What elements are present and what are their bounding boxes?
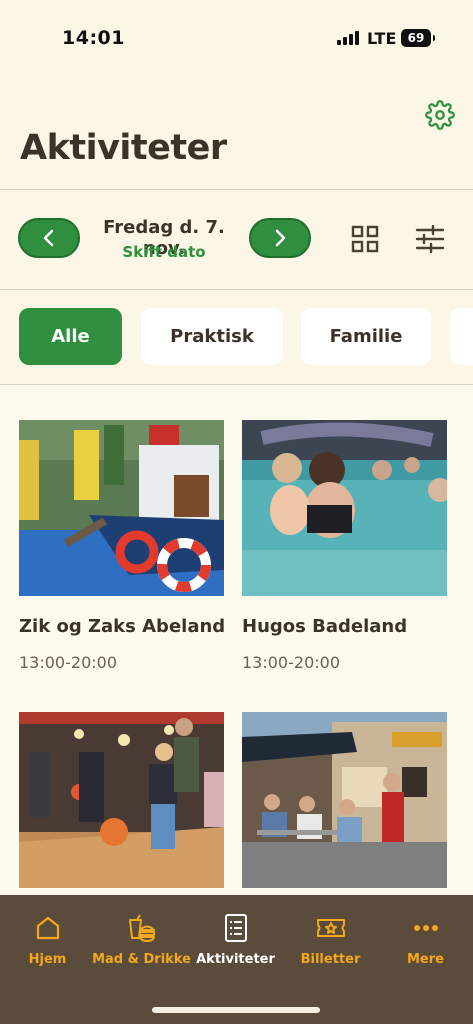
activity-image-pool bbox=[242, 420, 447, 596]
activity-card[interactable]: Zik og Zaks Abeland 13:00-20:00 bbox=[19, 420, 225, 672]
food-icon bbox=[127, 913, 157, 943]
filter-chip-practical[interactable]: Praktisk bbox=[141, 308, 283, 365]
tab-label: Mad & Drikke bbox=[92, 952, 191, 967]
settings-button[interactable] bbox=[424, 99, 456, 131]
tab-activities[interactable]: Aktiviteter bbox=[188, 913, 283, 973]
date-navigation: Fredag d. 7. nov. Skift dato bbox=[0, 190, 473, 288]
activity-card[interactable] bbox=[242, 712, 447, 888]
network-label: LTE bbox=[367, 29, 397, 48]
chevron-left-icon bbox=[43, 229, 54, 247]
activity-card[interactable]: Hugos Badeland 13:00-20:00 bbox=[242, 420, 447, 672]
tab-label: Mere bbox=[407, 952, 444, 967]
status-time: 14:01 bbox=[62, 27, 125, 49]
tab-tickets[interactable]: Billetter bbox=[283, 913, 378, 973]
activity-title: Hugos Badeland bbox=[242, 616, 408, 637]
battery-icon: 69 bbox=[401, 29, 435, 47]
activities-icon bbox=[221, 913, 251, 943]
tab-more[interactable]: Mere bbox=[378, 913, 473, 973]
previous-day-button[interactable] bbox=[18, 218, 80, 258]
grid-view-button[interactable] bbox=[350, 224, 380, 254]
filter-chip-family[interactable]: Familie bbox=[301, 308, 431, 365]
tab-label: Hjem bbox=[28, 952, 67, 967]
page-title: Aktiviteter bbox=[20, 128, 227, 168]
tab-food-drinks[interactable]: Mad & Drikke bbox=[92, 913, 191, 973]
tab-label: Billetter bbox=[300, 952, 361, 967]
filter-chip-partial[interactable] bbox=[450, 308, 473, 365]
gear-icon bbox=[425, 100, 455, 130]
activity-list: Zik og Zaks Abeland 13:00-20:00 Hugos Ba… bbox=[0, 385, 473, 895]
bottom-tab-bar: Hjem Mad & Drikke Aktiviteter Billetter … bbox=[0, 895, 473, 1024]
signal-icon bbox=[337, 31, 359, 45]
category-filters: Alle Praktisk Familie bbox=[0, 290, 473, 384]
ticket-icon bbox=[316, 913, 346, 943]
activity-image-playground bbox=[19, 420, 224, 596]
grid-icon bbox=[351, 225, 379, 253]
activity-card[interactable] bbox=[19, 712, 224, 888]
activity-image-bowling bbox=[19, 712, 224, 888]
activity-time: 13:00-20:00 bbox=[19, 653, 117, 672]
home-indicator bbox=[152, 1007, 320, 1013]
tab-label: Aktiviteter bbox=[196, 952, 275, 967]
chevron-right-icon bbox=[275, 229, 286, 247]
activity-image-terrace bbox=[242, 712, 447, 888]
home-icon bbox=[33, 913, 63, 943]
more-icon bbox=[411, 913, 441, 943]
status-bar: 14:01 LTE 69 bbox=[0, 0, 473, 78]
next-day-button[interactable] bbox=[249, 218, 311, 258]
activity-title: Zik og Zaks Abeland bbox=[19, 616, 226, 637]
tab-home[interactable]: Hjem bbox=[0, 913, 95, 973]
change-date-link[interactable]: Skift dato bbox=[84, 243, 244, 261]
sliders-icon bbox=[415, 225, 445, 253]
filter-settings-button[interactable] bbox=[415, 224, 445, 254]
filter-chip-all[interactable]: Alle bbox=[19, 308, 122, 365]
activity-time: 13:00-20:00 bbox=[242, 653, 340, 672]
